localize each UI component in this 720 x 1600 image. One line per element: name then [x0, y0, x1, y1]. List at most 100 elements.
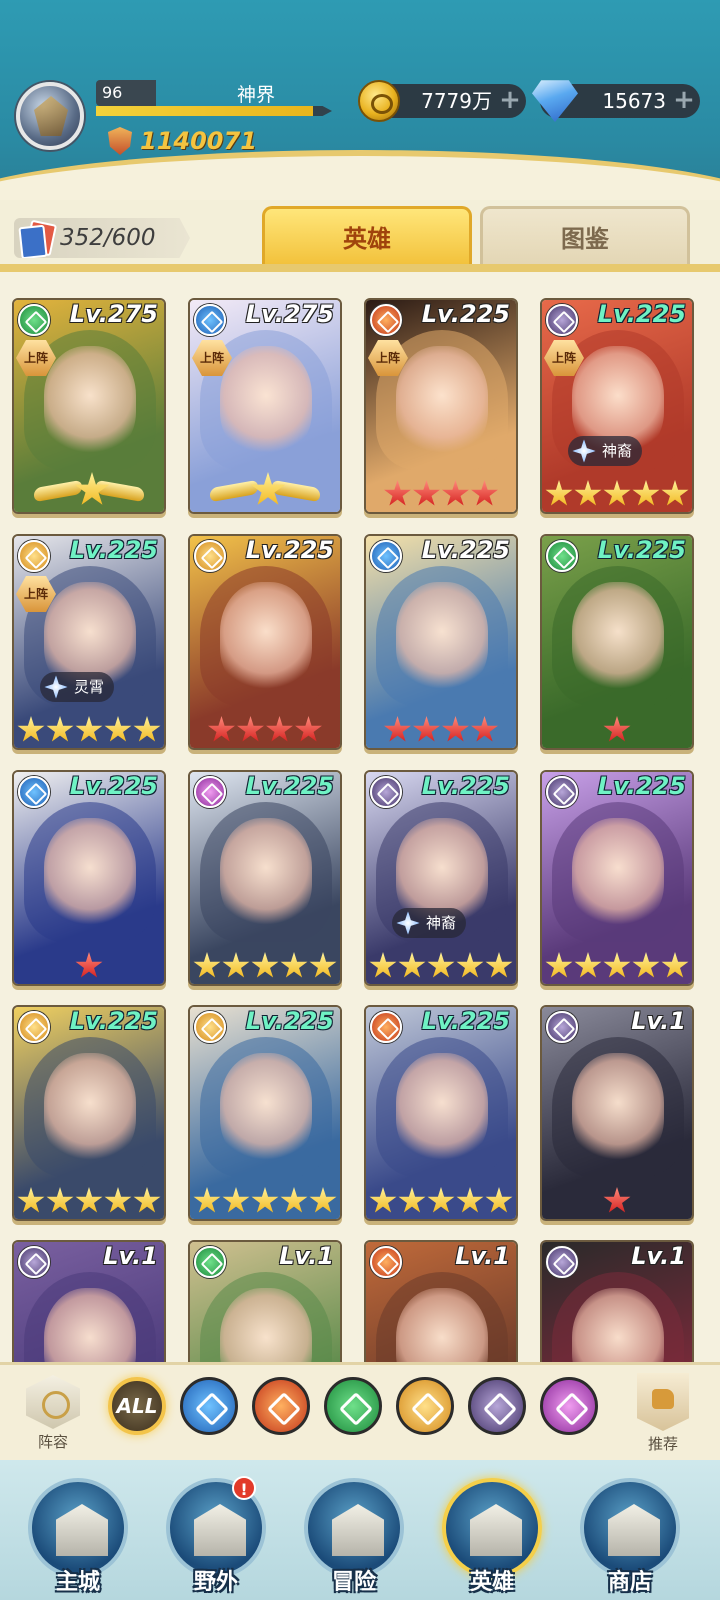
star-icon	[369, 1187, 397, 1213]
star-icon	[251, 952, 279, 978]
star-icon	[251, 1187, 279, 1213]
star-icon	[398, 952, 426, 978]
hero-card[interactable]: Lv.225	[540, 770, 694, 986]
star-icon	[17, 1187, 45, 1213]
hero-level: Lv.225	[421, 300, 510, 328]
star-rating	[14, 952, 164, 980]
filter-dark-button[interactable]	[468, 1377, 526, 1435]
hero-face	[220, 818, 312, 928]
wood-faction-icon	[18, 304, 50, 336]
star-icon	[456, 952, 484, 978]
hero-card[interactable]: Lv.1	[364, 1240, 518, 1362]
filter-all-button[interactable]: ALL	[108, 1377, 166, 1435]
hero-face	[572, 1053, 664, 1163]
nav-item[interactable]: 英雄	[434, 1478, 550, 1598]
star-icon	[222, 952, 250, 978]
filter-fire-button[interactable]	[252, 1377, 310, 1435]
star-icon	[133, 716, 161, 742]
hero-card[interactable]: Lv.225 神裔	[364, 770, 518, 986]
hero-card[interactable]: Lv.225	[188, 770, 342, 986]
hero-level: Lv.275	[69, 300, 158, 328]
star-icon	[309, 1187, 337, 1213]
star-icon	[574, 952, 602, 978]
hero-card[interactable]: Lv.275 上阵	[188, 298, 342, 514]
recommend-label: 推荐	[647, 1435, 678, 1453]
star-rating	[542, 952, 692, 980]
light-faction-icon	[18, 540, 50, 572]
star-icon	[442, 480, 469, 506]
star-icon	[661, 480, 689, 506]
hero-card[interactable]: Lv.1	[540, 1240, 694, 1362]
nav-item[interactable]: 冒险	[296, 1478, 412, 1598]
hero-level: Lv.225	[421, 536, 510, 564]
recommend-button[interactable]: 推荐	[630, 1373, 696, 1454]
light-faction-icon	[194, 540, 226, 572]
hero-card[interactable]: Lv.225 上阵 神裔	[540, 298, 694, 514]
hero-card[interactable]: Lv.275 上阵	[12, 298, 166, 514]
filter-water-button[interactable]	[180, 1377, 238, 1435]
hero-level: Lv.1	[455, 1242, 510, 1270]
star-icon	[603, 952, 631, 978]
hero-card[interactable]: Lv.225 上阵	[364, 298, 518, 514]
hero-capacity[interactable]: 352/600	[14, 218, 190, 258]
hero-card[interactable]: Lv.225	[12, 770, 166, 986]
shield-icon	[108, 127, 132, 155]
nav-item[interactable]: 主城	[20, 1478, 136, 1598]
hero-card[interactable]: Lv.225	[188, 534, 342, 750]
hero-face	[220, 1053, 312, 1163]
hero-face	[396, 346, 488, 456]
hero-level: Lv.1	[631, 1007, 686, 1035]
tab-heroes[interactable]: 英雄	[262, 206, 472, 266]
hero-card[interactable]: Lv.225	[188, 1005, 342, 1221]
diamond-icon	[532, 80, 578, 122]
star-rating	[366, 1187, 516, 1215]
hero-level: Lv.225	[69, 772, 158, 800]
nav-label: 冒险	[331, 1570, 376, 1595]
hero-card[interactable]: Lv.1	[12, 1240, 166, 1362]
tab-codex[interactable]: 图鉴	[480, 206, 690, 266]
filter-light-button[interactable]	[396, 1377, 454, 1435]
player-level: 96	[96, 80, 156, 106]
hero-card[interactable]: Lv.225	[364, 1005, 518, 1221]
lineup-button[interactable]: 阵容	[20, 1375, 86, 1452]
chaos-faction-icon	[194, 776, 226, 808]
add-gem-button[interactable]: +	[672, 87, 696, 113]
nav-item[interactable]: 商店	[572, 1478, 688, 1598]
star-icon	[280, 952, 308, 978]
star-rating	[542, 480, 692, 508]
hero-level: Lv.1	[631, 1242, 686, 1270]
panel-divider	[0, 264, 720, 272]
hero-card[interactable]: Lv.225	[364, 534, 518, 750]
xp-bar-fill	[96, 106, 314, 116]
nav-label: 野外	[193, 1570, 238, 1595]
filter-wood-button[interactable]	[324, 1377, 382, 1435]
star-icon	[413, 480, 440, 506]
add-gold-button[interactable]: +	[498, 87, 522, 113]
filter-chaos-button[interactable]	[540, 1377, 598, 1435]
nav-item[interactable]: 野外!	[158, 1476, 274, 1598]
hero-card[interactable]: Lv.225 上阵 灵霄	[12, 534, 166, 750]
hero-face	[44, 1053, 136, 1163]
hero-card[interactable]: Lv.225	[540, 534, 694, 750]
hero-level: Lv.275	[245, 300, 334, 328]
star-icon	[632, 480, 660, 506]
hero-card[interactable]: Lv.1	[540, 1005, 694, 1221]
player-avatar[interactable]	[16, 82, 84, 150]
hero-level: Lv.225	[245, 772, 334, 800]
hero-card[interactable]: Lv.1	[188, 1240, 342, 1362]
hero-level: Lv.1	[279, 1242, 334, 1270]
nav-label: 主城	[55, 1570, 100, 1595]
star-rating	[542, 1187, 692, 1215]
winged-star-icon	[34, 472, 144, 508]
combat-power-value: 1140071	[140, 127, 257, 155]
star-icon	[413, 716, 440, 742]
hero-level: Lv.225	[245, 536, 334, 564]
star-rating	[542, 716, 692, 744]
star-rating	[190, 1187, 340, 1215]
xp-bar	[96, 106, 332, 116]
dark-faction-icon	[546, 1246, 578, 1278]
star-rating	[366, 716, 516, 744]
hero-card[interactable]: Lv.225	[12, 1005, 166, 1221]
hero-face	[572, 818, 664, 928]
wing-right	[272, 479, 320, 503]
